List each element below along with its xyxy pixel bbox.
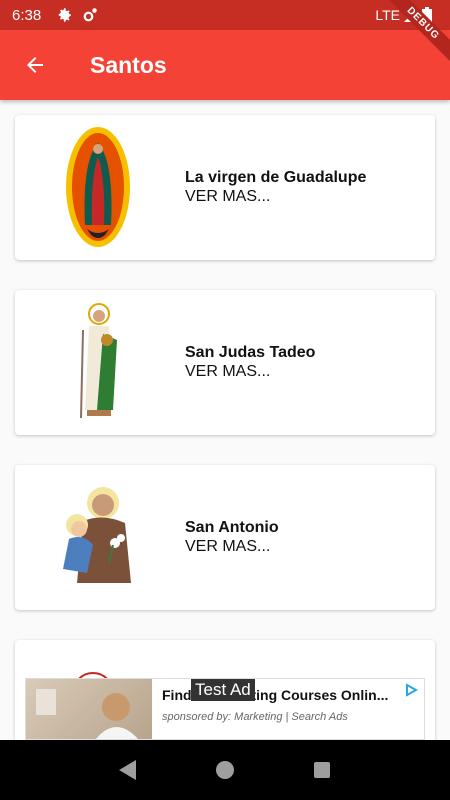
battery-icon xyxy=(422,7,432,23)
page-title: Santos xyxy=(90,51,167,78)
app-bar: Santos xyxy=(0,30,450,100)
ad-image xyxy=(26,679,152,739)
ver-mas-link[interactable]: VER MAS... xyxy=(185,538,279,556)
saint-name: San Antonio xyxy=(185,519,279,536)
signal-icon xyxy=(404,8,418,22)
ver-mas-link[interactable]: VER MAS... xyxy=(185,188,366,206)
back-button[interactable] xyxy=(0,30,70,100)
status-bar: 6:38 LTE xyxy=(0,0,450,30)
system-nav-bar xyxy=(0,740,450,800)
saint-image-antonio xyxy=(33,473,163,603)
saint-image-guadalupe xyxy=(33,123,163,253)
test-ad-badge: Test Ad xyxy=(191,679,255,701)
ver-mas-link[interactable]: VER MAS... xyxy=(185,363,315,381)
settings-gear-icon xyxy=(58,8,71,22)
saint-card-antonio[interactable]: San Antonio VER MAS... xyxy=(15,465,435,610)
arrow-back-icon xyxy=(27,57,43,73)
triangle-back-icon xyxy=(119,760,137,780)
dev-tools-icon xyxy=(83,8,97,22)
status-right: LTE xyxy=(375,0,432,30)
saint-image-judas-tadeo xyxy=(33,298,163,428)
saints-list[interactable]: La virgen de Guadalupe VER MAS... San Ju… xyxy=(0,100,450,740)
square-recents-icon xyxy=(313,762,330,778)
status-time: 6:38 xyxy=(12,6,42,24)
saint-name: La virgen de Guadalupe xyxy=(185,169,367,186)
ad-sponsor: sponsored by: Marketing | Search Ads xyxy=(162,711,348,723)
nav-recents-button[interactable] xyxy=(302,750,342,790)
saint-card-guadalupe[interactable]: La virgen de Guadalupe VER MAS... xyxy=(15,115,435,260)
nav-home-button[interactable] xyxy=(205,750,245,790)
saint-card-judas-tadeo[interactable]: San Judas Tadeo VER MAS... xyxy=(15,290,435,435)
nav-back-button[interactable] xyxy=(108,750,148,790)
circle-home-icon xyxy=(215,761,234,779)
saint-name: San Judas Tadeo xyxy=(185,344,316,361)
network-type: LTE xyxy=(375,7,400,23)
ad-choices-icon[interactable] xyxy=(404,683,418,697)
